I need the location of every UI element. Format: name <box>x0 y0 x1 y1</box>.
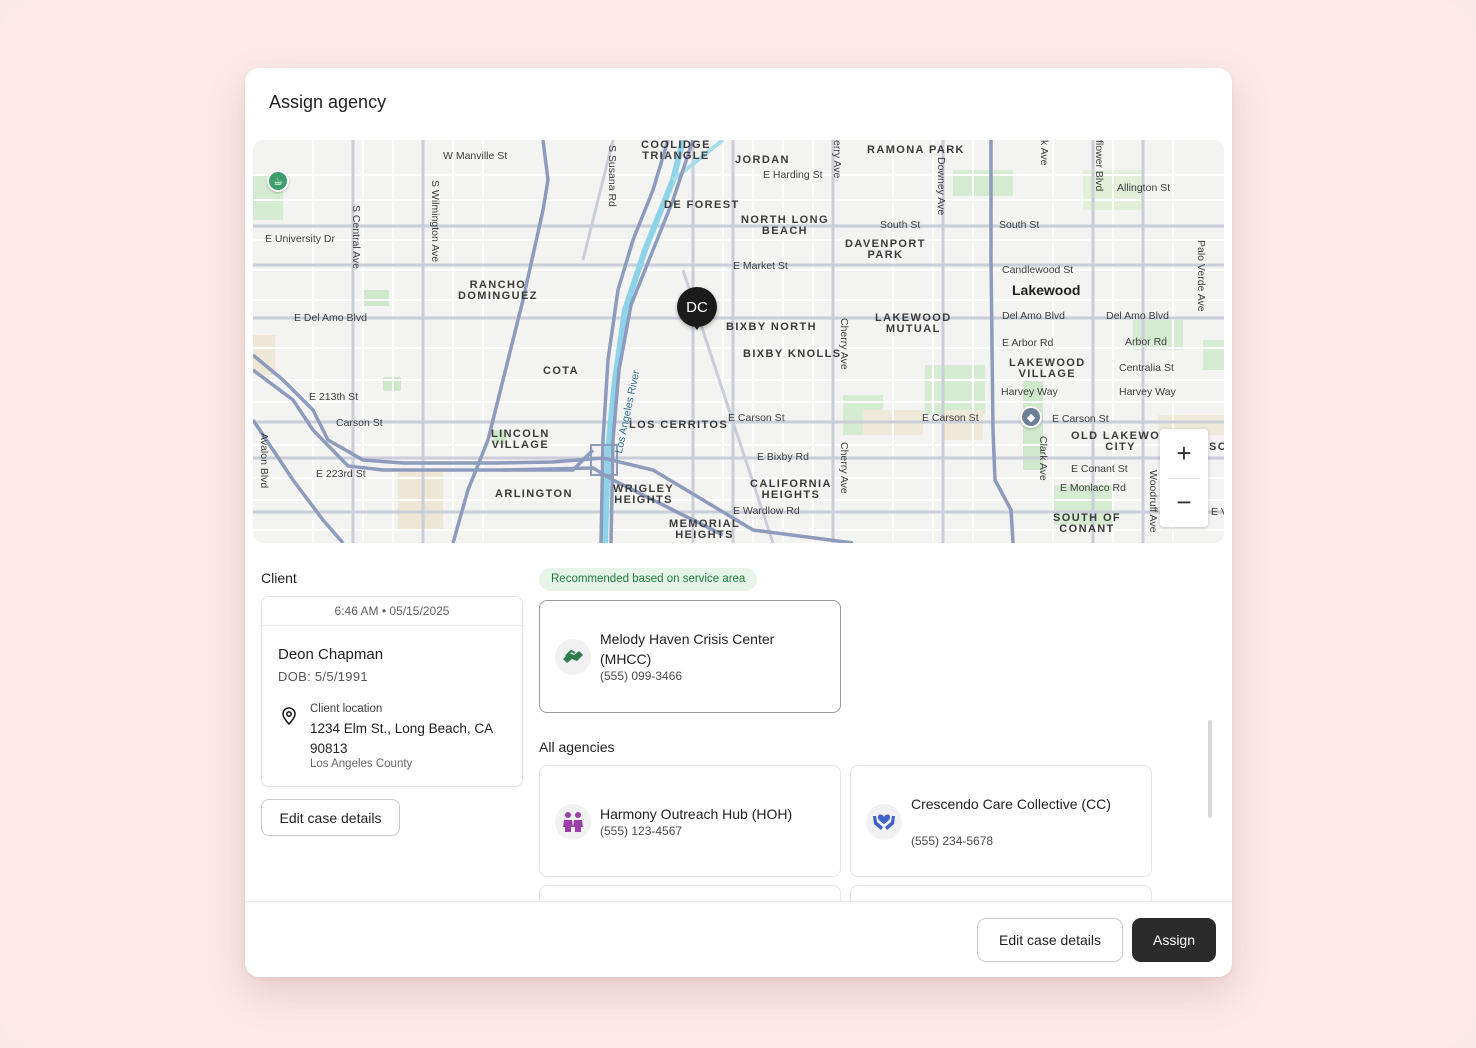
map-label: BIXBY KNOLLS <box>743 348 842 360</box>
map-label: E Harding St <box>763 169 823 181</box>
map-label: CALIFORNIA HEIGHTS <box>750 478 832 501</box>
map-label: E Carson St <box>1052 413 1109 425</box>
map-label: erry Ave <box>831 140 843 179</box>
location-pin-icon <box>282 707 296 725</box>
map-label: NORTH LONG BEACH <box>741 214 829 237</box>
map-label: Allington St <box>1117 182 1171 194</box>
agency-name: Harmony Outreach Hub (HOH) <box>600 806 793 822</box>
map-label: S Wilmington Ave <box>429 180 441 263</box>
recommended-badge: Recommended based on service area <box>539 568 758 591</box>
agency-card[interactable]: Harmony Outreach Hub (HOH) (555) 123-456… <box>539 765 841 877</box>
client-timestamp: 6:46 AM • 05/15/2025 <box>262 597 522 626</box>
zoom-out-button[interactable]: − <box>1160 478 1208 527</box>
map-label: LINCOLN VILLAGE <box>491 428 550 451</box>
agency-card[interactable]: Crescendo Care Collective (CC) (555) 234… <box>850 765 1152 877</box>
map-label: E Market St <box>733 260 788 272</box>
helping-hands-icon <box>555 639 591 675</box>
agency-card-recommended[interactable]: Melody Haven Crisis Center (MHCC) (555) … <box>539 600 841 713</box>
map-label: Avalon Blvd <box>258 433 270 489</box>
map-label: Cherry Ave <box>838 442 850 494</box>
zoom-controls: + − <box>1160 429 1208 527</box>
map-label: E V <box>1211 506 1224 518</box>
map-label: Woodruff Ave <box>1147 470 1159 533</box>
map-label: E Conant St <box>1071 463 1128 475</box>
map-label: Downey Ave <box>935 157 947 216</box>
hands-heart-icon <box>866 804 902 840</box>
client-county: Los Angeles County <box>310 758 413 770</box>
client-card: 6:46 AM • 05/15/2025 Deon Chapman DOB: 5… <box>261 596 523 787</box>
map-label: Cherry Ave <box>838 318 850 370</box>
map-label: LAKEWOOD MUTUAL <box>875 312 952 335</box>
modal-title: Assign agency <box>269 92 387 112</box>
map-label: Lakewood <box>1012 282 1081 298</box>
map-label: RAMONA PARK <box>867 144 965 156</box>
map-label: LAKEWOOD VILLAGE <box>1009 357 1086 380</box>
map-label: South St <box>880 219 921 231</box>
map-label: MEMORIAL HEIGHTS <box>669 518 741 541</box>
map-label: LOS CERRITOS <box>629 419 729 431</box>
map-label: E University Dr <box>265 233 336 245</box>
map-label: E Carson St <box>728 412 785 424</box>
map-label: E Arbor Rd <box>1002 337 1054 349</box>
map-label: E Del Amo Blvd <box>294 312 367 324</box>
client-section-label: Client <box>261 570 297 586</box>
assign-agency-modal: Assign agency W Manville St COOLIDGE TRI… <box>245 68 1232 977</box>
school-poi-icon[interactable]: ◆ <box>1020 406 1042 428</box>
edit-case-details-button[interactable]: Edit case details <box>261 799 400 836</box>
people-icon <box>555 804 591 840</box>
map-label: E Monlaco Rd <box>1060 482 1126 494</box>
map-label: E 213th St <box>309 391 359 403</box>
map-label: Harvey Way <box>1119 386 1176 398</box>
map[interactable]: W Manville St COOLIDGE TRIANGLE JORDAN E… <box>253 140 1224 543</box>
map-label: k Ave <box>1038 140 1050 166</box>
map-label: SO <box>1209 441 1224 453</box>
map-label: RANCHO DOMINGUEZ <box>458 279 538 302</box>
map-label: W Manville St <box>443 150 508 162</box>
map-label: WRIGLEY HEIGHTS <box>613 483 675 506</box>
map-label: ARLINGTON <box>495 488 573 500</box>
all-agencies-label: All agencies <box>539 739 615 755</box>
map-label: COOLIDGE TRIANGLE <box>641 140 711 162</box>
map-label: COTA <box>543 365 579 377</box>
map-label: Harvey Way <box>1001 386 1058 398</box>
map-label: E Carson St <box>922 412 979 424</box>
agency-list-scrollbar[interactable] <box>1208 720 1212 818</box>
map-label: BIXBY NORTH <box>726 321 817 333</box>
agency-phone: (555) 099-3466 <box>600 669 683 683</box>
map-label: JORDAN <box>735 154 790 166</box>
map-label: DAVENPORT PARK <box>845 238 926 261</box>
map-label: S Susana Rd <box>606 145 618 207</box>
map-label: Palo Verde Ave <box>1195 240 1207 312</box>
map-label: E Bixby Rd <box>757 451 809 463</box>
map-label: Arbor Rd <box>1125 336 1168 348</box>
client-map-pin[interactable]: DC <box>677 287 717 330</box>
map-label: flower Blvd <box>1093 140 1105 192</box>
zoom-in-button[interactable]: + <box>1160 429 1208 478</box>
footer-edit-case-details-button[interactable]: Edit case details <box>977 918 1123 962</box>
agency-name: Crescendo Care Collective (CC) <box>911 796 1111 812</box>
map-label: South St <box>999 219 1040 231</box>
map-label: SOUTH OF CONANT <box>1053 512 1122 535</box>
agency-phone: (555) 234-5678 <box>911 834 994 848</box>
map-label: DE FOREST <box>664 199 740 211</box>
map-label: Centralia St <box>1119 362 1174 374</box>
map-label: E Wardlow Rd <box>733 505 800 517</box>
client-address: 1234 Elm St., Long Beach, CA 90813 <box>310 721 493 756</box>
map-label: Del Amo Blvd <box>1106 310 1170 322</box>
agency-name: Melody Haven Crisis Center (MHCC) <box>600 631 775 667</box>
agency-phone: (555) 123-4567 <box>600 824 683 838</box>
map-label: E 223rd St <box>316 468 366 480</box>
client-name: Deon Chapman <box>278 646 384 663</box>
map-label: OLD LAKEWOO CITY <box>1071 430 1171 453</box>
client-location-caption: Client location <box>310 703 383 715</box>
modal-footer: Edit case details Assign <box>245 901 1232 977</box>
map-label: Del Amo Blvd <box>1002 310 1066 322</box>
assign-button[interactable]: Assign <box>1132 918 1216 962</box>
client-dob: DOB: 5/5/1991 <box>278 669 368 684</box>
map-label: S Central Ave <box>350 205 362 270</box>
park-poi-icon[interactable]: ☕ <box>267 170 289 192</box>
map-label: Carson St <box>336 417 383 429</box>
map-label: Clark Ave <box>1037 436 1049 481</box>
map-label: Candlewood St <box>1002 264 1074 276</box>
